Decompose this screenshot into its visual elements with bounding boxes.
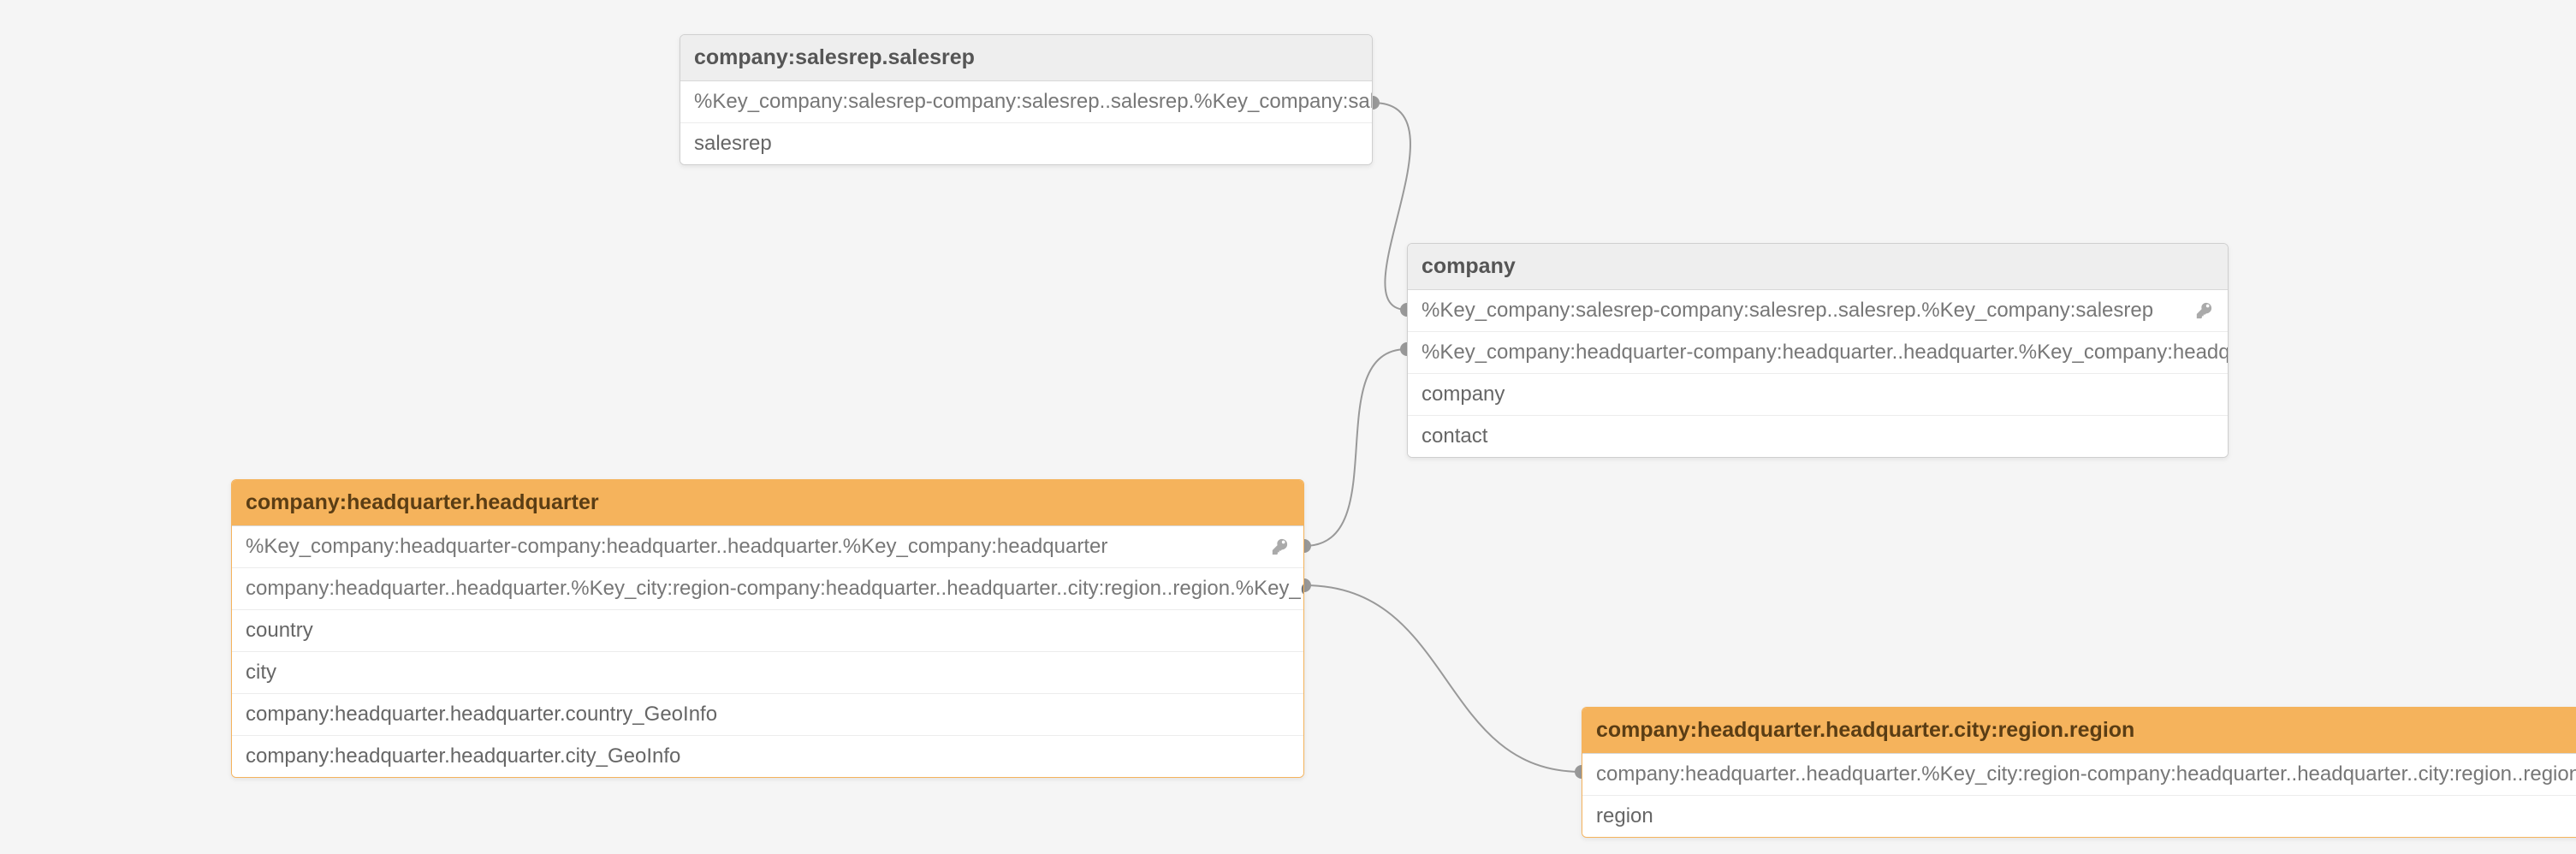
field-row[interactable]: %Key_company:salesrep-company:salesrep..… [680, 81, 1372, 123]
field-label: salesrep [694, 132, 772, 156]
field-row[interactable]: company:headquarter..headquarter.%Key_ci… [1582, 754, 2576, 796]
field-row[interactable]: salesrep [680, 123, 1372, 164]
field-label: company:headquarter.headquarter.country_… [246, 703, 717, 726]
field-label: %Key_company:headquarter-company:headqua… [246, 535, 1107, 559]
field-row[interactable]: city [232, 652, 1303, 694]
field-label: company:headquarter.headquarter.city_Geo… [246, 744, 680, 768]
field-row[interactable]: company:headquarter.headquarter.city_Geo… [232, 736, 1303, 777]
entity-salesrep[interactable]: company:salesrep.salesrep %Key_company:s… [680, 34, 1373, 165]
field-label: %Key_company:salesrep-company:salesrep..… [694, 90, 1373, 114]
field-row[interactable]: company [1408, 374, 2228, 416]
field-row[interactable]: %Key_company:salesrep-company:salesrep..… [1408, 290, 2228, 332]
field-row[interactable]: %Key_company:headquarter-company:headqua… [232, 526, 1303, 568]
entity-headquarter[interactable]: company:headquarter.headquarter %Key_com… [231, 479, 1304, 778]
entity-header[interactable]: company:headquarter.headquarter [232, 480, 1303, 526]
field-label: %Key_company:salesrep-company:salesrep..… [1422, 299, 2153, 323]
field-row[interactable]: region [1582, 796, 2576, 837]
field-label: company:headquarter..headquarter.%Key_ci… [246, 577, 1304, 601]
field-row[interactable]: company:headquarter.headquarter.country_… [232, 694, 1303, 736]
entity-header[interactable]: company:headquarter.headquarter.city:reg… [1582, 708, 2576, 754]
key-icon [1271, 537, 1290, 556]
field-label: company [1422, 383, 1505, 406]
field-row[interactable]: country [232, 610, 1303, 652]
field-row[interactable]: contact [1408, 416, 2228, 457]
field-label: region [1596, 804, 1653, 828]
field-label: city [246, 661, 276, 685]
entity-header[interactable]: company [1408, 244, 2228, 290]
entity-company[interactable]: company %Key_company:salesrep-company:sa… [1407, 243, 2229, 458]
field-row[interactable]: %Key_company:headquarter-company:headqua… [1408, 332, 2228, 374]
entity-header[interactable]: company:salesrep.salesrep [680, 35, 1372, 81]
field-label: company:headquarter..headquarter.%Key_ci… [1596, 762, 2576, 786]
entity-region[interactable]: company:headquarter.headquarter.city:reg… [1582, 707, 2576, 838]
key-icon [2195, 301, 2214, 320]
field-label: %Key_company:headquarter-company:headqua… [1422, 341, 2229, 365]
field-label: country [246, 619, 313, 643]
field-label: contact [1422, 424, 1487, 448]
field-row[interactable]: company:headquarter..headquarter.%Key_ci… [232, 568, 1303, 610]
diagram-canvas[interactable]: company:salesrep.salesrep %Key_company:s… [0, 0, 2576, 854]
